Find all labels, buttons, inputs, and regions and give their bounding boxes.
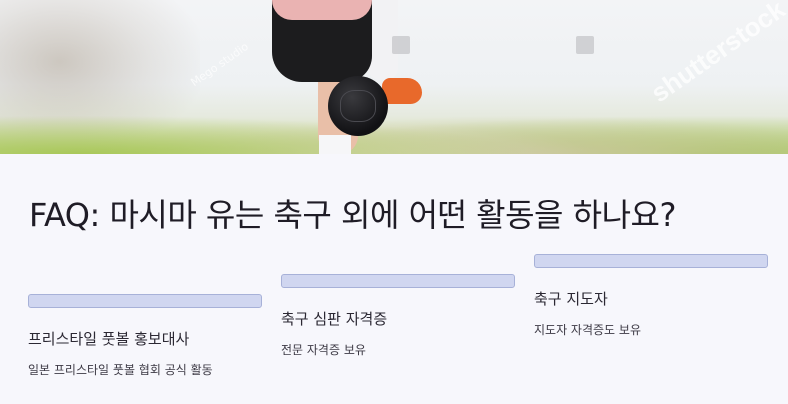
activity-card: 축구 지도자 지도자 자격증도 보유 [534,254,768,338]
timeline-bar [281,274,515,288]
timeline-bar [28,294,262,308]
soccer-ball [328,76,388,136]
player-sock [319,135,351,154]
activity-desc: 전문 자격증 보유 [281,343,366,357]
activity-card: 축구 심판 자격증 전문 자격증 보유 [281,274,515,358]
activity-desc: 일본 프리스타일 풋볼 협회 공식 활동 [28,363,213,377]
activity-card: 프리스타일 풋볼 홍보대사 일본 프리스타일 풋볼 협회 공식 활동 [28,294,262,378]
watermark-icon [576,36,594,54]
player-figure [268,0,428,154]
timeline-bar [534,254,768,268]
activity-title: 프리스타일 풋볼 홍보대사 [28,330,190,348]
player-shirt [272,0,372,20]
faq-title: FAQ: 마시마 유는 축구 외에 어떤 활동을 하나요? [29,196,676,234]
activity-desc: 지도자 자격증도 보유 [534,323,641,337]
activity-title: 축구 지도자 [534,290,608,308]
watermark-logo: shutterstock [645,0,788,109]
watermark-icon [392,36,410,54]
hero-photo: Mego studio shutterstock [0,0,788,154]
activity-title: 축구 심판 자격증 [281,310,388,328]
player-boot [382,78,422,104]
